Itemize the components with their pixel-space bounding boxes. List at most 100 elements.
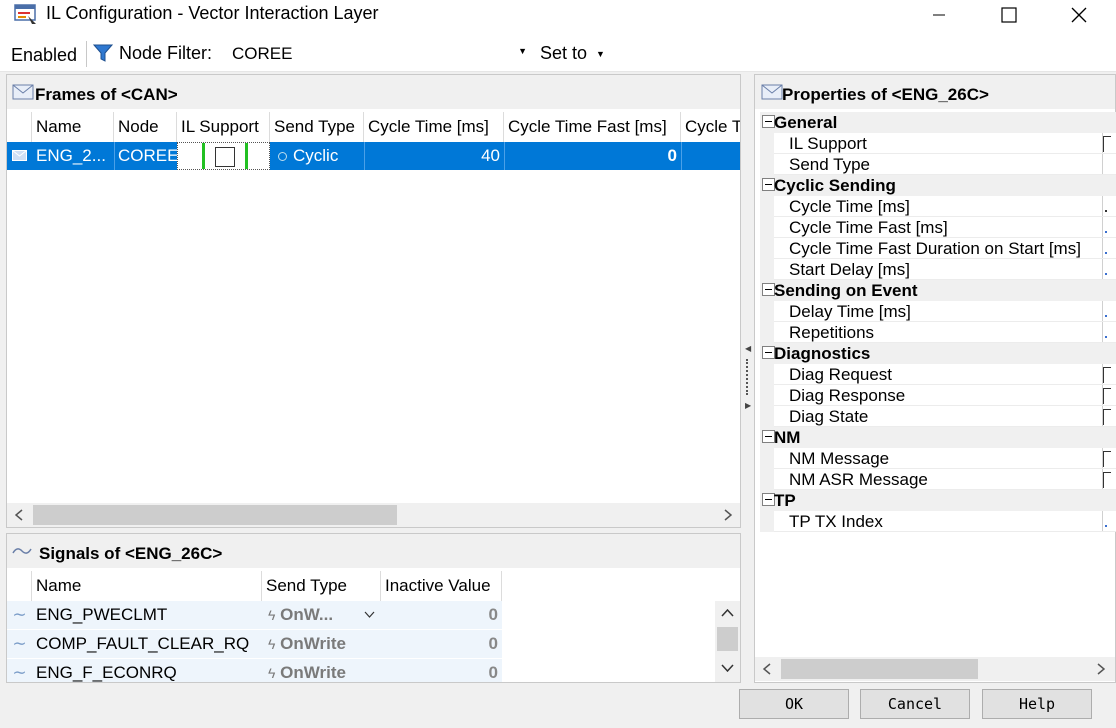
property-row[interactable]: Diag State xyxy=(760,406,1116,427)
property-category-nm[interactable]: NM xyxy=(760,427,1116,448)
property-category-label: TP xyxy=(774,491,796,510)
frames-header-indicator xyxy=(7,112,32,142)
property-row[interactable]: Diag Response xyxy=(760,385,1116,406)
signal-wave-icon: ∼ xyxy=(7,659,32,682)
property-row[interactable]: Cycle Time [ms] xyxy=(760,196,1116,217)
property-row[interactable]: NM Message xyxy=(760,448,1116,469)
node-filter-dropdown[interactable]: COREE ▼ xyxy=(229,40,531,66)
property-row[interactable]: Cycle Time Fast Duration on Start [ms] xyxy=(760,238,1116,259)
send-type-value: Cyclic xyxy=(293,146,339,165)
signal-send-type-value: OnW... xyxy=(280,605,334,624)
frames-column-cycle-t[interactable]: Cycle T xyxy=(681,112,740,142)
scroll-up-icon[interactable] xyxy=(721,609,734,617)
signal-send-type-cell[interactable]: ϟ OnWrite xyxy=(262,659,381,682)
frames-column-cycle-time[interactable]: Cycle Time [ms] xyxy=(364,112,504,142)
scroll-down-icon[interactable] xyxy=(721,664,734,672)
table-row[interactable]: ∼ ENG_PWECLMT ϟ OnW... 0 xyxy=(7,601,502,629)
signals-column-inactive-value[interactable]: Inactive Value xyxy=(381,571,502,601)
scrollbar-thumb[interactable] xyxy=(781,659,978,679)
frames-column-name[interactable]: Name xyxy=(32,112,114,142)
signals-vertical-scrollbar[interactable] xyxy=(715,601,740,682)
property-category-diagnostics[interactable]: Diagnostics xyxy=(760,343,1116,364)
frames-panel: Frames of <CAN> Name Node IL Support Sen… xyxy=(6,74,741,528)
property-name: Cycle Time Fast [ms] xyxy=(789,218,948,237)
envelope-icon xyxy=(761,84,783,100)
lightning-icon: ϟ xyxy=(268,636,276,652)
property-name: Cycle Time Fast Duration on Start [ms] xyxy=(789,239,1081,258)
property-name: Send Type xyxy=(789,155,870,174)
property-name: Diag Request xyxy=(789,365,893,384)
enabled-toggle[interactable]: Enabled xyxy=(11,45,77,66)
property-row[interactable]: Start Delay [ms] xyxy=(760,259,1116,280)
signal-name-cell: COMP_FAULT_CLEAR_RQ xyxy=(32,630,262,658)
signals-column-name[interactable]: Name xyxy=(32,571,262,601)
set-to-menu-button[interactable]: Set to ▼ xyxy=(540,43,605,64)
ok-button[interactable]: OK xyxy=(739,689,849,719)
property-category-sending-on-event[interactable]: Sending on Event xyxy=(760,280,1116,301)
funnel-icon xyxy=(92,44,114,62)
property-category-tp[interactable]: TP xyxy=(760,490,1116,511)
window-title: IL Configuration - Vector Interaction La… xyxy=(46,3,379,23)
frames-column-cycle-time-fast[interactable]: Cycle Time Fast [ms] xyxy=(504,112,681,142)
cycle-icon xyxy=(278,152,287,162)
scrollbar-thumb[interactable] xyxy=(33,505,397,525)
property-row[interactable]: Cycle Time Fast [ms] xyxy=(760,217,1116,238)
property-category-cyclic-sending[interactable]: Cyclic Sending xyxy=(760,175,1116,196)
property-row[interactable]: TP TX Index xyxy=(760,511,1116,532)
dropdown-arrow-icon: ▼ xyxy=(518,46,527,56)
properties-horizontal-scrollbar[interactable] xyxy=(755,657,1115,681)
close-icon xyxy=(1071,7,1087,23)
property-category-label: Cyclic Sending xyxy=(774,176,896,195)
checkbox-edge[interactable] xyxy=(1103,388,1111,404)
help-button[interactable]: Help xyxy=(982,689,1092,719)
maximize-button[interactable] xyxy=(974,0,1044,30)
checkbox-edge[interactable] xyxy=(1103,136,1111,152)
signals-header-indicator xyxy=(7,571,32,601)
property-name: Delay Time [ms] xyxy=(789,302,911,321)
table-row[interactable]: ∼ ENG_F_ECONRQ ϟ OnWrite 0 xyxy=(7,659,502,682)
property-row[interactable]: IL Support xyxy=(760,133,1116,154)
frames-column-il-support[interactable]: IL Support xyxy=(177,112,270,142)
signal-send-type-cell[interactable]: ϟ OnW... xyxy=(262,601,381,629)
minimize-button[interactable] xyxy=(904,0,974,30)
vertical-splitter[interactable]: ◀ ▶ xyxy=(741,74,753,683)
close-button[interactable] xyxy=(1044,0,1114,30)
signal-wave-icon: ∼ xyxy=(7,630,32,658)
property-name: Diag State xyxy=(789,407,869,426)
signal-inactive-value-cell: 0 xyxy=(381,601,502,629)
signal-send-type-value: OnWrite xyxy=(280,634,346,653)
scroll-right-icon[interactable] xyxy=(1089,657,1113,681)
signals-grid-header: Name Send Type Inactive Value xyxy=(7,571,502,601)
il-support-checkbox[interactable] xyxy=(215,147,235,167)
signal-send-type-cell[interactable]: ϟ OnWrite xyxy=(262,630,381,658)
frames-horizontal-scrollbar[interactable] xyxy=(7,503,740,527)
property-row[interactable]: Diag Request xyxy=(760,364,1116,385)
scroll-left-icon[interactable] xyxy=(7,503,31,527)
frames-panel-title: Frames of <CAN> xyxy=(35,85,178,104)
scroll-right-icon[interactable] xyxy=(716,503,740,527)
property-category-label: Diagnostics xyxy=(774,344,871,363)
table-row[interactable]: ∼ COMP_FAULT_CLEAR_RQ ϟ OnWrite 0 xyxy=(7,630,502,658)
scrollbar-thumb[interactable] xyxy=(717,627,738,651)
checkbox-edge[interactable] xyxy=(1103,451,1111,467)
property-category-label: General xyxy=(774,113,838,132)
frame-name-cell: ENG_2... xyxy=(36,146,106,165)
table-row[interactable]: ENG_2... COREE Cyclic 40 0 xyxy=(7,142,740,170)
property-category-general[interactable]: General xyxy=(760,112,1116,133)
frames-column-node[interactable]: Node xyxy=(114,112,177,142)
property-row[interactable]: Send Type xyxy=(760,154,1116,175)
checkbox-edge[interactable] xyxy=(1103,409,1111,425)
scroll-left-icon[interactable] xyxy=(755,657,779,681)
cycle-time-cell: 40 xyxy=(364,142,504,170)
cancel-button[interactable]: Cancel xyxy=(860,689,970,719)
property-row[interactable]: Delay Time [ms] xyxy=(760,301,1116,322)
checkbox-edge[interactable] xyxy=(1103,472,1111,488)
property-name: Repetitions xyxy=(789,323,875,342)
property-row[interactable]: Repetitions xyxy=(760,322,1116,343)
envelope-icon xyxy=(12,84,34,100)
checkbox-edge[interactable] xyxy=(1103,367,1111,383)
property-row[interactable]: NM ASR Message xyxy=(760,469,1116,490)
frames-column-send-type[interactable]: Send Type xyxy=(270,112,364,142)
signals-column-send-type[interactable]: Send Type xyxy=(262,571,381,601)
property-category-label: NM xyxy=(774,428,801,447)
